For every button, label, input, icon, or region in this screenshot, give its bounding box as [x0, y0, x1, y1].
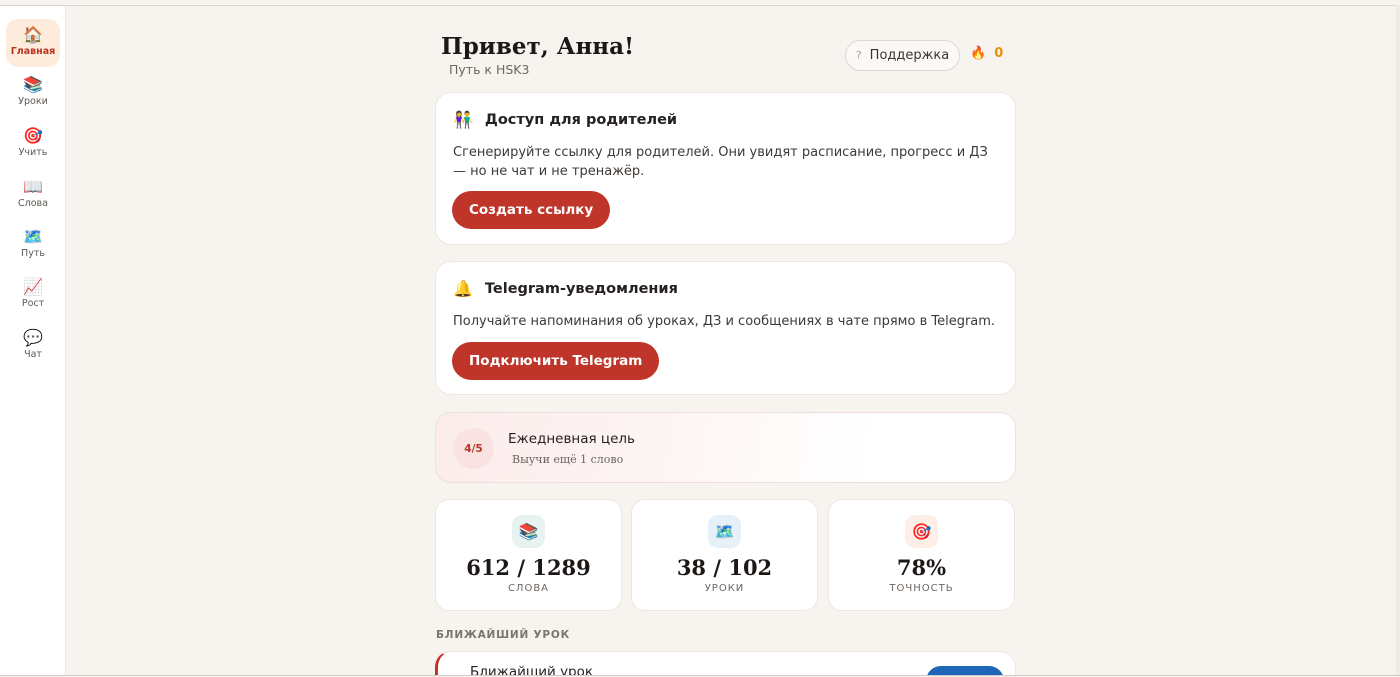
daily-goal-card[interactable]: 4/5 Ежедневная цель Выучи ещё 1 слово: [435, 412, 1016, 483]
target-icon: 🎯: [905, 515, 938, 548]
telegram-card-title: 🔔 Telegram-уведомления: [453, 279, 678, 298]
sidebar-item-label: Главная: [10, 46, 56, 57]
stat-label-words: СЛОВА: [507, 583, 550, 594]
page-subtitle: Путь к HSK3: [449, 62, 530, 77]
sidebar-item-label: Чат: [24, 349, 42, 360]
map-icon: 🗺️: [708, 515, 741, 548]
sidebar-item-label: Путь: [21, 248, 45, 259]
speech-bubble-icon: 💬: [23, 328, 43, 347]
stat-card-accuracy: 🎯 78% ТОЧНОСТЬ: [828, 499, 1015, 611]
scrollbar-track[interactable]: [1396, 5, 1400, 675]
streak-counter: 🔥 0: [970, 46, 1003, 61]
parents-card-description: Сгенерируйте ссылку для родителей. Они у…: [453, 145, 988, 179]
bell-icon: 🔔: [453, 279, 473, 298]
parents-card-title: 👫 Доступ для родителей: [453, 110, 677, 129]
support-button[interactable]: ? Поддержка: [845, 40, 960, 71]
next-lesson-card[interactable]: Ближайший урок: [435, 651, 1016, 675]
sidebar-item-growth[interactable]: 📈 Рост: [6, 271, 60, 319]
target-icon: 🎯: [23, 126, 43, 145]
top-border: [0, 5, 1400, 6]
stat-card-words: 📚 612 / 1289 СЛОВА: [435, 499, 622, 611]
books-icon: 📚: [23, 75, 43, 94]
telegram-card-description: Получайте напоминания об уроках, ДЗ и со…: [453, 314, 996, 329]
parents-icon: 👫: [453, 110, 473, 129]
bottom-border: [0, 675, 1400, 676]
books-icon: 📚: [512, 515, 545, 548]
parents-access-card: 👫 Доступ для родителей Сгенерируйте ссыл…: [435, 92, 1016, 245]
connect-telegram-button[interactable]: Подключить Telegram: [452, 342, 660, 380]
telegram-card-title-text: Telegram-уведомления: [484, 280, 678, 297]
daily-goal-title: Ежедневная цель: [508, 431, 636, 447]
sidebar-item-words[interactable]: 📖 Слова: [6, 171, 60, 219]
create-link-button[interactable]: Создать ссылку: [452, 191, 611, 229]
stat-label-accuracy: ТОЧНОСТЬ: [889, 583, 954, 594]
chart-up-icon: 📈: [23, 277, 43, 296]
parents-card-title-text: Доступ для родителей: [484, 111, 678, 128]
stat-value-lessons: 38 / 102: [676, 555, 773, 580]
sidebar-item-label: Рост: [21, 298, 45, 309]
home-icon: 🏠: [23, 25, 43, 44]
next-lesson-title: Ближайший урок: [470, 664, 594, 675]
sidebar-item-home[interactable]: 🏠 Главная: [6, 19, 60, 67]
stat-value-words: 612 / 1289: [466, 555, 591, 580]
daily-goal-progress-ring: 4/5: [453, 428, 494, 469]
stat-value-accuracy: 78%: [896, 555, 947, 580]
sidebar: 🏠 Главная 📚 Уроки 🎯 Учить 📖 Слова 🗺️ Пут…: [0, 6, 66, 675]
section-heading-next-lesson: БЛИЖАЙШИЙ УРОК: [436, 629, 570, 641]
telegram-card: 🔔 Telegram-уведомления Получайте напомин…: [435, 261, 1016, 395]
stat-label-lessons: УРОКИ: [704, 583, 745, 594]
sidebar-item-path[interactable]: 🗺️ Путь: [6, 221, 60, 269]
streak-count: 0: [994, 46, 1004, 61]
question-icon: ?: [855, 49, 862, 62]
support-button-label: Поддержка: [869, 48, 950, 63]
sidebar-item-lessons[interactable]: 📚 Уроки: [6, 69, 60, 117]
sidebar-item-label: Слова: [18, 198, 48, 209]
map-icon: 🗺️: [23, 227, 43, 246]
stat-card-lessons: 🗺️ 38 / 102 УРОКИ: [631, 499, 818, 611]
daily-goal-subtitle: Выучи ещё 1 слово: [512, 453, 624, 466]
sidebar-item-chat[interactable]: 💬 Чат: [6, 322, 60, 370]
sidebar-item-label: Уроки: [18, 96, 48, 107]
sidebar-item-learn[interactable]: 🎯 Учить: [6, 120, 60, 168]
next-lesson-action-button[interactable]: [926, 666, 1004, 675]
fire-icon: 🔥: [970, 46, 987, 61]
page-title: Привет, Анна!: [441, 33, 635, 60]
sidebar-item-label: Учить: [18, 147, 48, 158]
open-book-icon: 📖: [23, 177, 43, 196]
